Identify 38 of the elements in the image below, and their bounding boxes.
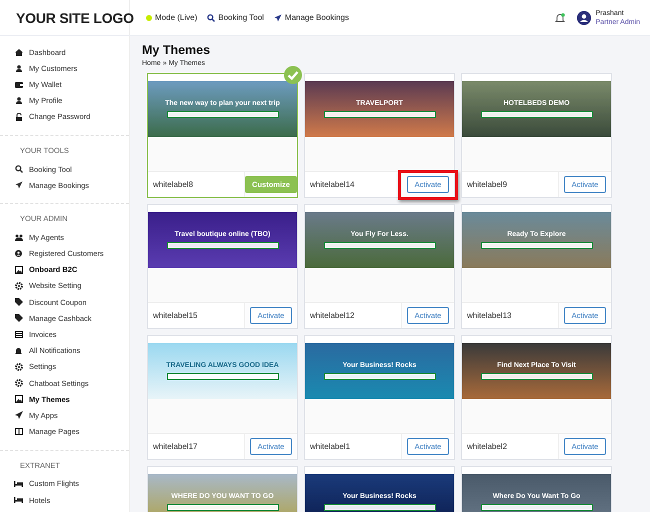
avatar-icon[interactable] — [576, 10, 591, 24]
nav-link[interactable]: Manage Bookings — [274, 13, 349, 22]
status-dot-icon — [146, 14, 152, 20]
user-icon — [16, 64, 22, 72]
site-logo[interactable]: YOUR SITE LOGO — [16, 10, 134, 26]
theme-name: whitelabel1 — [310, 442, 350, 451]
columns-icon — [14, 428, 22, 436]
theme-name: whitelabel9 — [467, 180, 508, 189]
user-circle-icon — [15, 250, 22, 258]
theme-name: whitelabel14 — [310, 180, 354, 189]
home-icon — [14, 48, 22, 56]
bed-icon — [14, 480, 23, 487]
theme-name: whitelabel8 — [153, 180, 194, 189]
plane-icon — [14, 181, 22, 190]
lock-icon — [16, 112, 22, 121]
theme-name: whitelabel2 — [467, 442, 508, 451]
bed-icon — [14, 497, 23, 504]
search-icon — [207, 14, 216, 22]
theme-name: whitelabel15 — [153, 310, 198, 320]
page-title: My Themes — [142, 43, 210, 57]
highlight-frame — [398, 170, 458, 200]
theme-name: whitelabel12 — [310, 310, 354, 320]
nav-link[interactable]: Mode (Live) — [146, 13, 198, 22]
plane-icon — [274, 14, 282, 22]
theme-name: whitelabel13 — [467, 310, 512, 320]
search-icon — [14, 165, 22, 174]
nav-link[interactable]: Booking Tool — [207, 13, 264, 22]
send-icon — [14, 411, 22, 420]
gear-icon — [14, 282, 22, 290]
bell-icon[interactable] — [554, 12, 565, 22]
image-icon — [14, 395, 22, 404]
image-icon — [14, 266, 22, 274]
user-icon — [16, 97, 22, 104]
bell-icon — [15, 346, 22, 355]
users-icon — [14, 234, 22, 241]
wallet-icon — [14, 80, 22, 88]
list-icon — [14, 331, 22, 338]
theme-name: whitelabel17 — [153, 442, 198, 451]
